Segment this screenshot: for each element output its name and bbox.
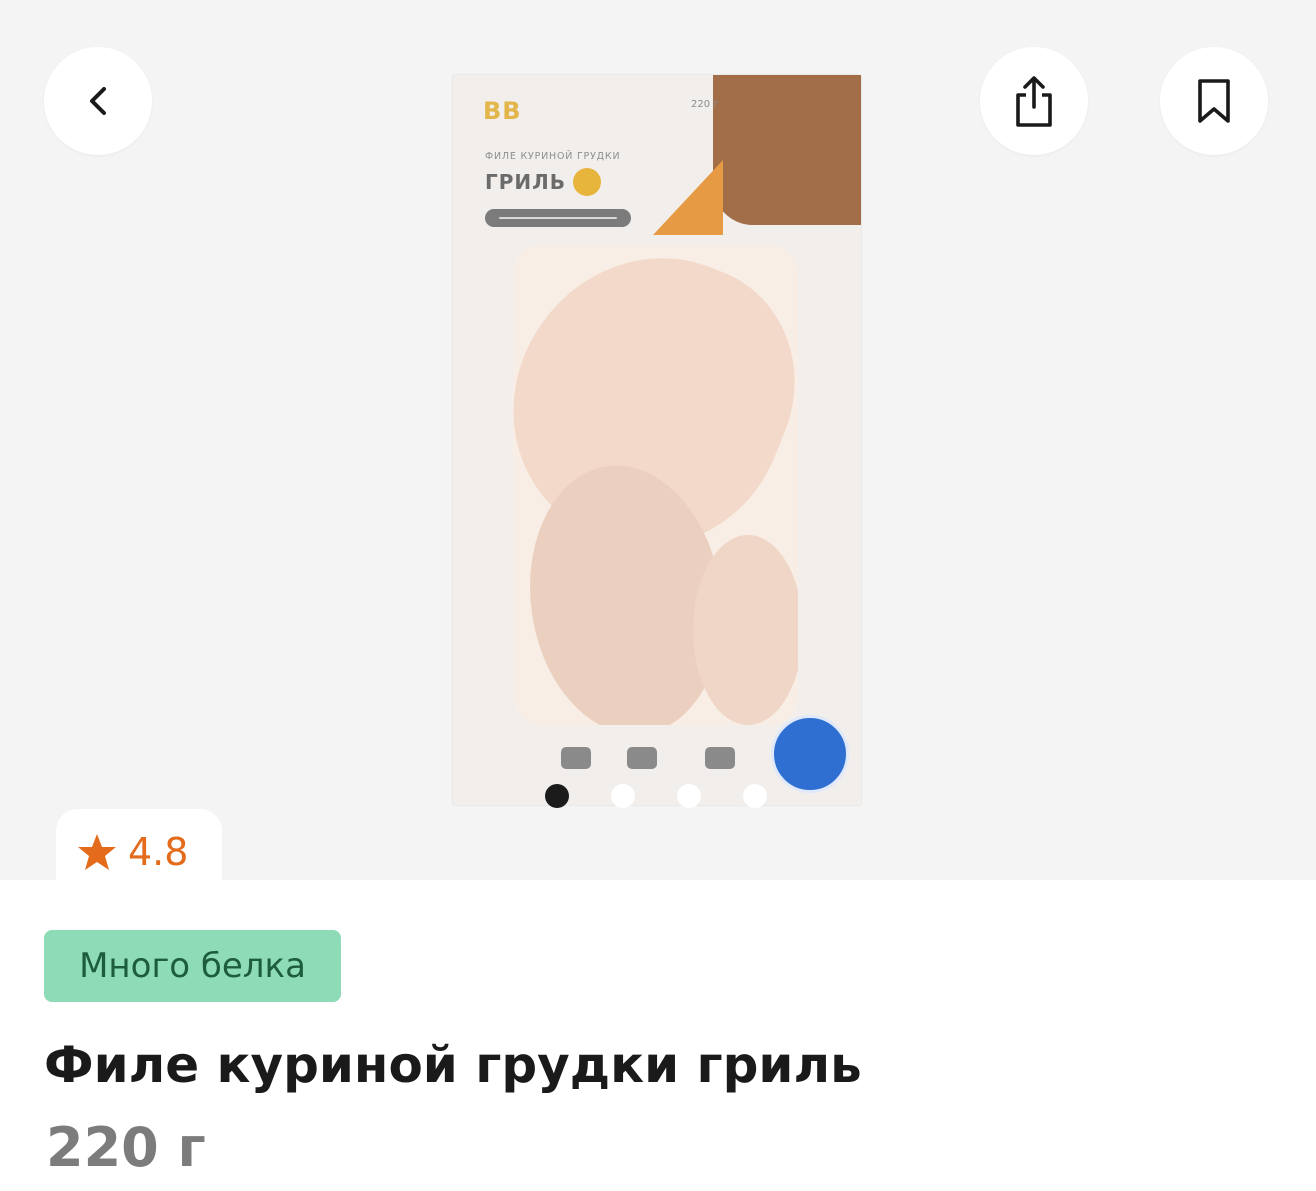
share-button[interactable] [980, 47, 1088, 155]
bookmark-icon [1198, 79, 1230, 123]
bookmark-button[interactable] [1160, 47, 1268, 155]
chevron-left-icon [90, 87, 106, 115]
package-brand: BB [483, 97, 522, 125]
carousel-dot[interactable] [677, 784, 701, 808]
feature-tag-label: Много белка [79, 946, 306, 986]
product-title: Филе куриной грудки гриль [44, 1036, 862, 1094]
chicken-icon [573, 168, 601, 196]
product-image-gallery[interactable]: BB 220 г ФИЛЕ КУРИНОЙ ГРУДКИ ГРИЛЬ [0, 0, 1316, 880]
package-sandwich-icon [627, 747, 657, 769]
package-window [513, 245, 798, 725]
feature-tag: Много белка [44, 930, 341, 1002]
share-icon [1016, 76, 1052, 127]
carousel-dot[interactable] [743, 784, 767, 808]
star-icon [78, 834, 116, 870]
product-weight: 220 г [46, 1116, 206, 1179]
package-pill [485, 209, 631, 227]
package-dish-icon [705, 747, 735, 769]
package-title: ГРИЛЬ [485, 170, 566, 194]
product-photo: BB 220 г ФИЛЕ КУРИНОЙ ГРУДКИ ГРИЛЬ [453, 75, 861, 805]
carousel-dot[interactable] [611, 784, 635, 808]
rating-badge[interactable]: 4.8 [56, 809, 222, 889]
package-subtitle: ФИЛЕ КУРИНОЙ ГРУДКИ [485, 151, 621, 162]
back-button[interactable] [44, 47, 152, 155]
package-photo-orange [653, 160, 723, 235]
package-serving-icon [561, 747, 591, 769]
carousel-dot[interactable] [545, 784, 569, 808]
rating-value: 4.8 [128, 830, 189, 874]
package-weight: 220 г [691, 99, 719, 110]
package-photo-board [713, 75, 861, 225]
hand-badge-icon [771, 715, 849, 793]
